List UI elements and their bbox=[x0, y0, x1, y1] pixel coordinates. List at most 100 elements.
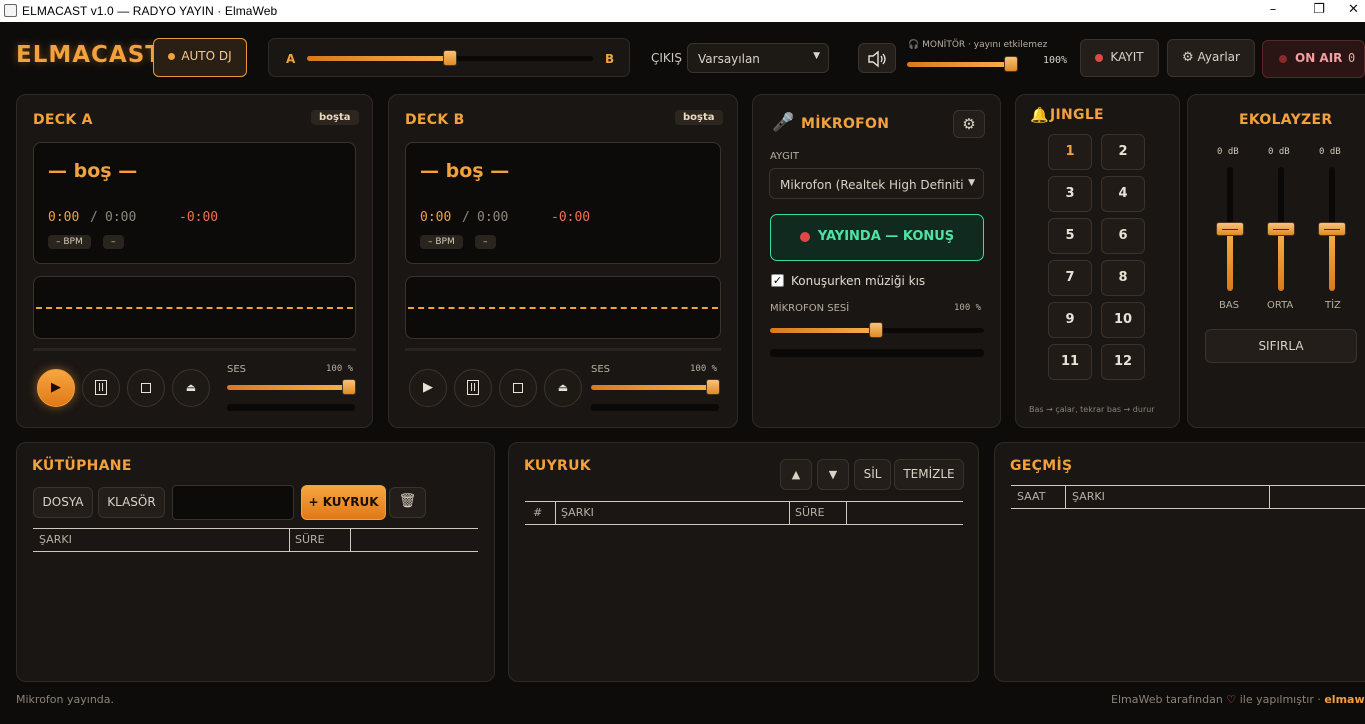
column-header-song[interactable]: ŞARKI bbox=[39, 533, 72, 546]
jingle-button[interactable]: 12 bbox=[1101, 344, 1145, 380]
mic-device-label: AYGIT bbox=[770, 151, 799, 162]
jingle-hint: Bas → çalar, tekrar bas → durur bbox=[1029, 405, 1155, 414]
clear-button[interactable]: TEMİZLE bbox=[894, 459, 964, 490]
eq-band-thumb[interactable] bbox=[1216, 222, 1244, 236]
duck-label: Konuşurken müziği kıs bbox=[791, 274, 926, 288]
deck-progress-bar[interactable] bbox=[33, 348, 356, 351]
eq-reset-button[interactable]: SIFIRLA bbox=[1205, 329, 1357, 363]
queue-title: KUYRUK bbox=[524, 458, 591, 474]
crossfader-thumb[interactable] bbox=[443, 50, 457, 66]
move-up-button[interactable]: ▲ bbox=[780, 459, 812, 490]
pause-button[interactable]: ll bbox=[454, 369, 492, 407]
auto-dj-dot-icon bbox=[168, 53, 176, 60]
mic-device-select[interactable]: Mikrofon (Realtek High Definiti ▼ bbox=[769, 168, 984, 199]
pause-button[interactable]: ll bbox=[82, 369, 120, 407]
mic-device-value: Mikrofon (Realtek High Definiti bbox=[780, 178, 964, 192]
maximize-button[interactable]: ❐ bbox=[1296, 0, 1342, 22]
column-header-index[interactable]: # bbox=[533, 506, 542, 519]
deck-level-meter bbox=[591, 404, 719, 411]
file-button[interactable]: DOSYA bbox=[33, 487, 93, 518]
column-header-duration[interactable]: SÜRE bbox=[295, 533, 325, 546]
eq-band-value: 0 dB bbox=[1217, 147, 1239, 157]
folder-button[interactable]: KLASÖR bbox=[98, 487, 165, 518]
pause-icon: ll bbox=[466, 380, 480, 395]
settings-button[interactable]: ⚙ Ayarlar bbox=[1167, 39, 1255, 77]
minimize-button[interactable]: – bbox=[1250, 0, 1296, 22]
stop-icon bbox=[141, 382, 151, 393]
jingle-button[interactable]: 10 bbox=[1101, 302, 1145, 338]
waveform-center-line bbox=[408, 307, 718, 309]
deck-volume-thumb[interactable] bbox=[342, 379, 356, 395]
deck-progress-bar[interactable] bbox=[405, 348, 721, 351]
column-header-song[interactable]: ŞARKI bbox=[561, 506, 594, 519]
record-button[interactable]: KAYIT bbox=[1080, 39, 1159, 77]
move-down-button[interactable]: ▼ bbox=[817, 459, 849, 490]
speaker-button[interactable] bbox=[858, 43, 896, 73]
credit-link[interactable]: elmaweb. bbox=[1324, 693, 1365, 706]
eject-icon: ⏏ bbox=[185, 381, 197, 394]
column-header-song[interactable]: ŞARKI bbox=[1072, 490, 1105, 503]
jingle-button[interactable]: 6 bbox=[1101, 218, 1145, 254]
deck-waveform[interactable] bbox=[33, 276, 356, 339]
output-select[interactable]: Varsayılan ▼ bbox=[687, 43, 829, 73]
close-button[interactable]: ✕ bbox=[1342, 0, 1365, 22]
duck-checkbox[interactable]: ✓ bbox=[771, 274, 784, 287]
eq-band-thumb[interactable] bbox=[1267, 222, 1295, 236]
deck-time-separator: / bbox=[462, 210, 470, 225]
monitor-thumb[interactable] bbox=[1004, 56, 1018, 72]
jingle-button[interactable]: 9 bbox=[1048, 302, 1092, 338]
jingle-button[interactable]: 1 bbox=[1048, 134, 1092, 170]
add-to-queue-button[interactable]: + KUYRUK bbox=[301, 485, 386, 520]
mic-level-thumb[interactable] bbox=[869, 322, 883, 338]
mic-onair-button[interactable]: YAYINDA — KONUŞ bbox=[770, 214, 984, 261]
jingle-button[interactable]: 7 bbox=[1048, 260, 1092, 296]
bell-icon: 🔔 bbox=[1030, 106, 1049, 124]
deck-volume-label: SES bbox=[227, 364, 247, 375]
table-column-divider bbox=[555, 501, 556, 524]
jingle-button[interactable]: 11 bbox=[1048, 344, 1092, 380]
mic-panel: 🎤 MİKROFON ⚙ AYGIT Mikrofon (Realtek Hig… bbox=[752, 94, 1001, 428]
mic-settings-button[interactable]: ⚙ bbox=[953, 110, 985, 138]
deck-volume-label: SES bbox=[591, 364, 611, 375]
record-label: KAYIT bbox=[1110, 50, 1144, 64]
deck-volume-thumb[interactable] bbox=[706, 379, 720, 395]
stop-button[interactable] bbox=[499, 369, 537, 407]
eq-band-thumb[interactable] bbox=[1318, 222, 1346, 236]
onair-dot-icon bbox=[1279, 54, 1287, 63]
headphones-icon: 🎧 bbox=[908, 40, 920, 50]
delete-button[interactable]: SİL bbox=[854, 459, 891, 490]
table-header-bottom bbox=[33, 551, 478, 552]
jingle-button[interactable]: 4 bbox=[1101, 176, 1145, 212]
jingle-button[interactable]: 3 bbox=[1048, 176, 1092, 212]
library-panel: KÜTÜPHANE DOSYA KLASÖR + KUYRUK 🗑 ŞARKI … bbox=[16, 442, 495, 682]
eject-button[interactable]: ⏏ bbox=[172, 369, 210, 407]
play-button[interactable]: ▶ bbox=[409, 369, 447, 407]
speaker-icon bbox=[868, 50, 886, 68]
jingle-button[interactable]: 2 bbox=[1101, 134, 1145, 170]
chevron-down-icon: ▼ bbox=[968, 178, 975, 188]
search-input[interactable] bbox=[172, 485, 294, 520]
onair-indicator[interactable]: ON AIR 0 bbox=[1262, 40, 1365, 78]
arrow-down-icon: ▼ bbox=[828, 468, 838, 481]
library-title: KÜTÜPHANE bbox=[32, 458, 132, 474]
play-icon: ▶ bbox=[423, 380, 433, 395]
credit-prefix: ElmaWeb tarafından bbox=[1111, 693, 1223, 706]
deck-bpm-badge: – BPM bbox=[420, 235, 463, 249]
eq-band-value: 0 dB bbox=[1268, 147, 1290, 157]
column-header-time[interactable]: SAAT bbox=[1017, 490, 1045, 503]
eject-button[interactable]: ⏏ bbox=[544, 369, 582, 407]
deck-volume-value: 100 % bbox=[690, 364, 718, 374]
jingle-button[interactable]: 8 bbox=[1101, 260, 1145, 296]
column-header-duration[interactable]: SÜRE bbox=[795, 506, 825, 519]
deck-waveform[interactable] bbox=[405, 276, 721, 339]
deck-time-separator: / bbox=[90, 210, 98, 225]
auto-dj-button[interactable]: AUTO DJ bbox=[153, 38, 247, 77]
play-button[interactable]: ▶ bbox=[37, 369, 75, 407]
trash-button[interactable]: 🗑 bbox=[389, 487, 426, 518]
play-icon: ▶ bbox=[51, 380, 61, 395]
onair-label: ON AIR bbox=[1295, 51, 1343, 65]
stop-button[interactable] bbox=[127, 369, 165, 407]
jingle-button[interactable]: 5 bbox=[1048, 218, 1092, 254]
onair-dot-icon bbox=[799, 231, 810, 242]
heart-icon: ♡ bbox=[1226, 693, 1237, 706]
